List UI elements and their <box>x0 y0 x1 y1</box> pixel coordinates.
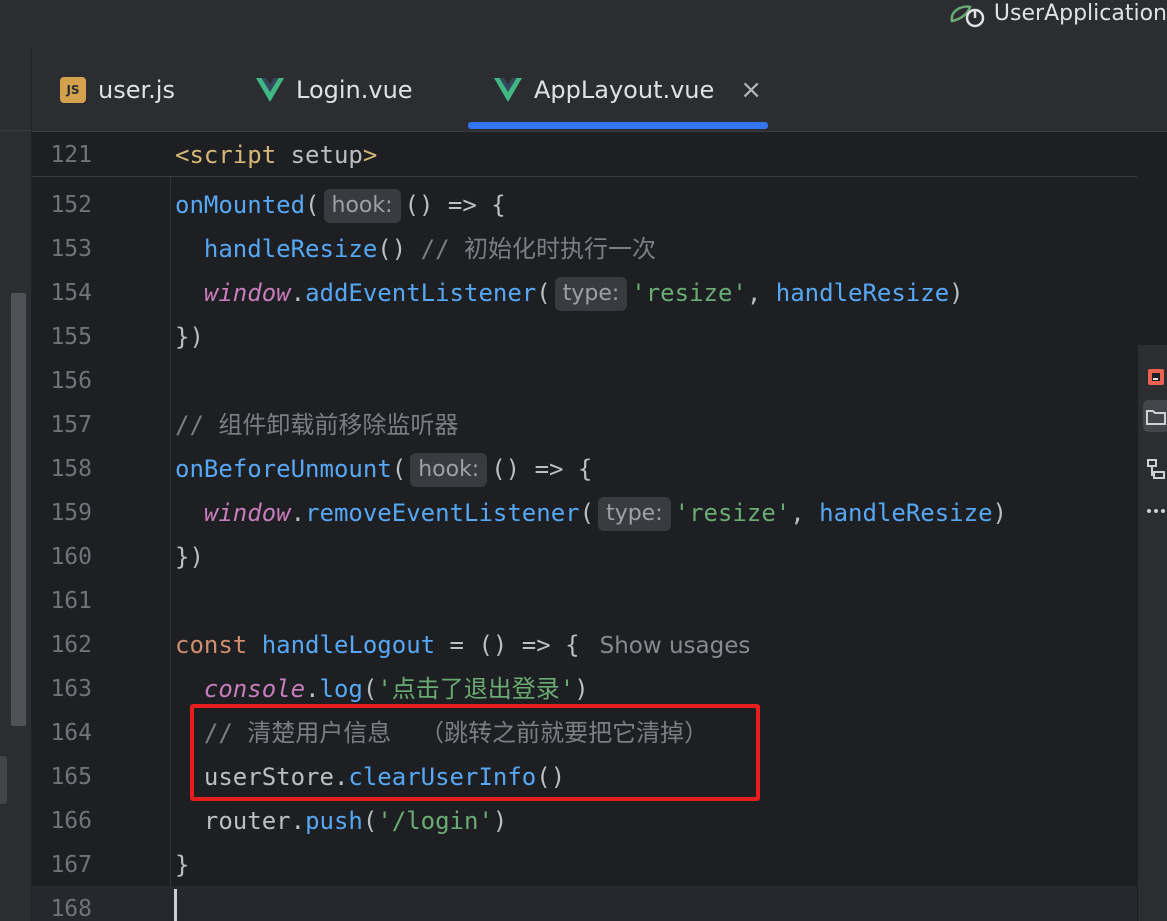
code-line: // 组件卸载前移除监听器 <box>175 411 459 439</box>
parameter-hint: hook: <box>323 189 401 223</box>
code-line: window.removeEventListener(type:'resize'… <box>175 491 1007 535</box>
code-line: router.push('/login') <box>203 807 508 835</box>
code-line: }) <box>175 543 204 571</box>
parameter-hint: type: <box>598 497 671 531</box>
line-number: 167 <box>50 852 92 878</box>
line-number: 153 <box>50 236 92 262</box>
line-number: 166 <box>50 808 92 834</box>
run-configuration-label: UserApplication <box>993 1 1167 26</box>
code-line: const handleLogout = () => {Show usages <box>175 631 751 659</box>
code-line-160[interactable]: 160 }) <box>32 535 1137 579</box>
left-tool-strip <box>0 48 32 921</box>
code-line: <script setup> <box>175 141 378 169</box>
parameter-hint: type: <box>554 277 628 311</box>
tab-login-vue[interactable]: Login.vue <box>256 48 413 132</box>
code-line: handleResize() // 初始化时执行一次 <box>203 235 657 263</box>
code-line-157[interactable]: 157 // 组件卸载前移除监听器 <box>32 403 1137 447</box>
line-number: 157 <box>50 412 92 438</box>
code-line-161[interactable]: 161 <box>32 579 1137 623</box>
line-number: 155 <box>50 324 92 350</box>
line-number: 161 <box>50 588 92 614</box>
active-tab-indicator <box>468 122 768 129</box>
text-caret <box>174 889 177 921</box>
code-editor[interactable]: 121 <script setup> 152 onMounted(hook:()… <box>32 133 1137 921</box>
vue-file-icon <box>256 78 284 102</box>
line-number: 159 <box>50 500 92 526</box>
line-number: 165 <box>50 764 92 790</box>
code-line: }) <box>175 323 204 351</box>
js-file-icon: JS <box>60 77 86 103</box>
code-line: onBeforeUnmount(hook:() => { <box>175 447 592 491</box>
tab-label: Login.vue <box>296 76 413 104</box>
line-number: 154 <box>50 280 92 306</box>
code-line-155[interactable]: 155 }) <box>32 315 1137 359</box>
line-number: 156 <box>50 368 92 394</box>
line-number: 164 <box>50 720 92 746</box>
line-number: 160 <box>50 544 92 570</box>
code-line-158[interactable]: 158 onBeforeUnmount(hook:() => { <box>32 447 1137 491</box>
line-number: 163 <box>50 676 92 702</box>
code-line-168[interactable]: 168 <box>32 887 1137 921</box>
left-panel-handle[interactable] <box>0 756 7 804</box>
folder-icon[interactable] <box>1144 405 1167 429</box>
divider <box>0 130 32 131</box>
editor-tab-bar: JS user.js Login.vue AppLayout.vue × <box>32 48 1167 132</box>
show-usages-link[interactable]: Show usages <box>600 633 751 659</box>
code-line: window.addEventListener(type:'resize', h… <box>175 271 964 315</box>
code-line-153[interactable]: 153 handleResize() // 初始化时执行一次 <box>32 227 1137 271</box>
spring-boot-icon <box>948 1 988 28</box>
code-line-162[interactable]: 162 const handleLogout = () => {Show usa… <box>32 623 1137 667</box>
line-number: 158 <box>50 456 92 482</box>
tab-user-js[interactable]: JS user.js <box>60 48 175 132</box>
line-number: 121 <box>50 142 92 168</box>
code-line-166[interactable]: 166 router.push('/login') <box>32 799 1137 843</box>
tab-label: AppLayout.vue <box>534 76 715 104</box>
annotation-highlight-box <box>190 704 760 801</box>
tab-applayout-vue[interactable]: AppLayout.vue × <box>494 48 762 132</box>
line-number: 168 <box>50 896 92 921</box>
code-line: } <box>175 851 190 879</box>
title-bar: UserApplication <box>0 0 1167 48</box>
line-number: 152 <box>50 192 92 218</box>
run-configuration-widget[interactable]: UserApplication <box>948 0 1167 28</box>
code-line: onMounted(hook:() => { <box>175 183 506 227</box>
code-line-167[interactable]: 167 } <box>32 843 1137 887</box>
close-tab-icon[interactable]: × <box>740 75 762 105</box>
sticky-scroll-line[interactable]: 121 <script setup> <box>32 133 1137 177</box>
code-line-156[interactable]: 156 <box>32 359 1137 403</box>
vue-file-icon <box>494 78 522 102</box>
code-line-154[interactable]: 154 window.addEventListener(type:'resize… <box>32 271 1137 315</box>
more-options-icon[interactable] <box>1144 499 1167 523</box>
code-line-152[interactable]: 152 onMounted(hook:() => { <box>32 183 1137 227</box>
right-tool-strip <box>1137 345 1167 921</box>
parameter-hint: hook: <box>410 453 488 487</box>
code-line-159[interactable]: 159 window.removeEventListener(type:'res… <box>32 491 1137 535</box>
project-panel-scrollbar[interactable] <box>11 293 26 726</box>
line-number: 162 <box>50 632 92 658</box>
structure-icon[interactable] <box>1144 457 1167 481</box>
intellij-ai-icon[interactable] <box>1144 365 1167 389</box>
tab-label: user.js <box>98 76 175 104</box>
